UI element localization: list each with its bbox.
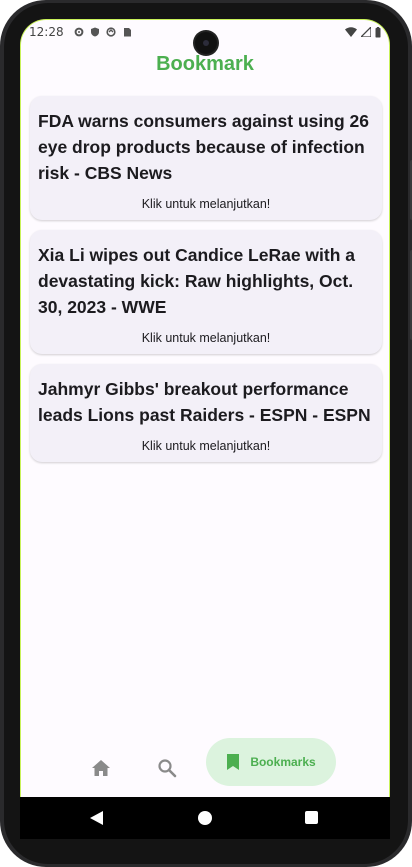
continue-link[interactable]: Klik untuk melanjutkan! <box>38 438 374 454</box>
home-button[interactable] <box>198 811 212 825</box>
cellular-signal-icon <box>361 27 371 37</box>
sd-card-icon <box>123 28 131 37</box>
bookmark-card[interactable]: Jahmyr Gibbs' breakout performance leads… <box>30 364 382 462</box>
bookmark-list: FDA warns consumers against using 26 eye… <box>30 96 382 472</box>
settings-icon <box>74 27 83 37</box>
app-screen: 12:28 Bookmark FDA warns consumers again… <box>20 19 390 797</box>
nav-item-bookmarks-label: Bookmarks <box>250 755 316 769</box>
search-icon[interactable] <box>157 758 177 778</box>
bookmark-card[interactable]: Xia Li wipes out Candice LeRae with a de… <box>30 230 382 354</box>
home-icon[interactable] <box>91 758 111 778</box>
sync-icon <box>105 27 116 37</box>
bookmark-title: Jahmyr Gibbs' breakout performance leads… <box>38 379 371 425</box>
battery-icon <box>375 26 381 37</box>
bottom-navigation-bar: Bookmarks <box>21 726 389 797</box>
system-navigation-bar <box>20 797 390 839</box>
bookmark-icon <box>227 754 240 770</box>
nav-item-bookmarks[interactable]: Bookmarks <box>206 738 336 786</box>
continue-link[interactable]: Klik untuk melanjutkan! <box>38 330 374 346</box>
bookmark-title: Xia Li wipes out Candice LeRae with a de… <box>38 245 356 317</box>
continue-link[interactable]: Klik untuk melanjutkan! <box>38 196 374 212</box>
bookmark-title: FDA warns consumers against using 26 eye… <box>38 111 369 183</box>
bookmark-card[interactable]: FDA warns consumers against using 26 eye… <box>30 96 382 220</box>
status-time: 12:28 <box>29 25 64 39</box>
page-title: Bookmark <box>156 53 254 75</box>
recent-apps-button[interactable] <box>305 811 318 824</box>
back-icon[interactable] <box>90 811 104 825</box>
front-camera <box>195 32 217 54</box>
shield-icon <box>90 27 99 37</box>
wifi-icon <box>345 27 357 37</box>
